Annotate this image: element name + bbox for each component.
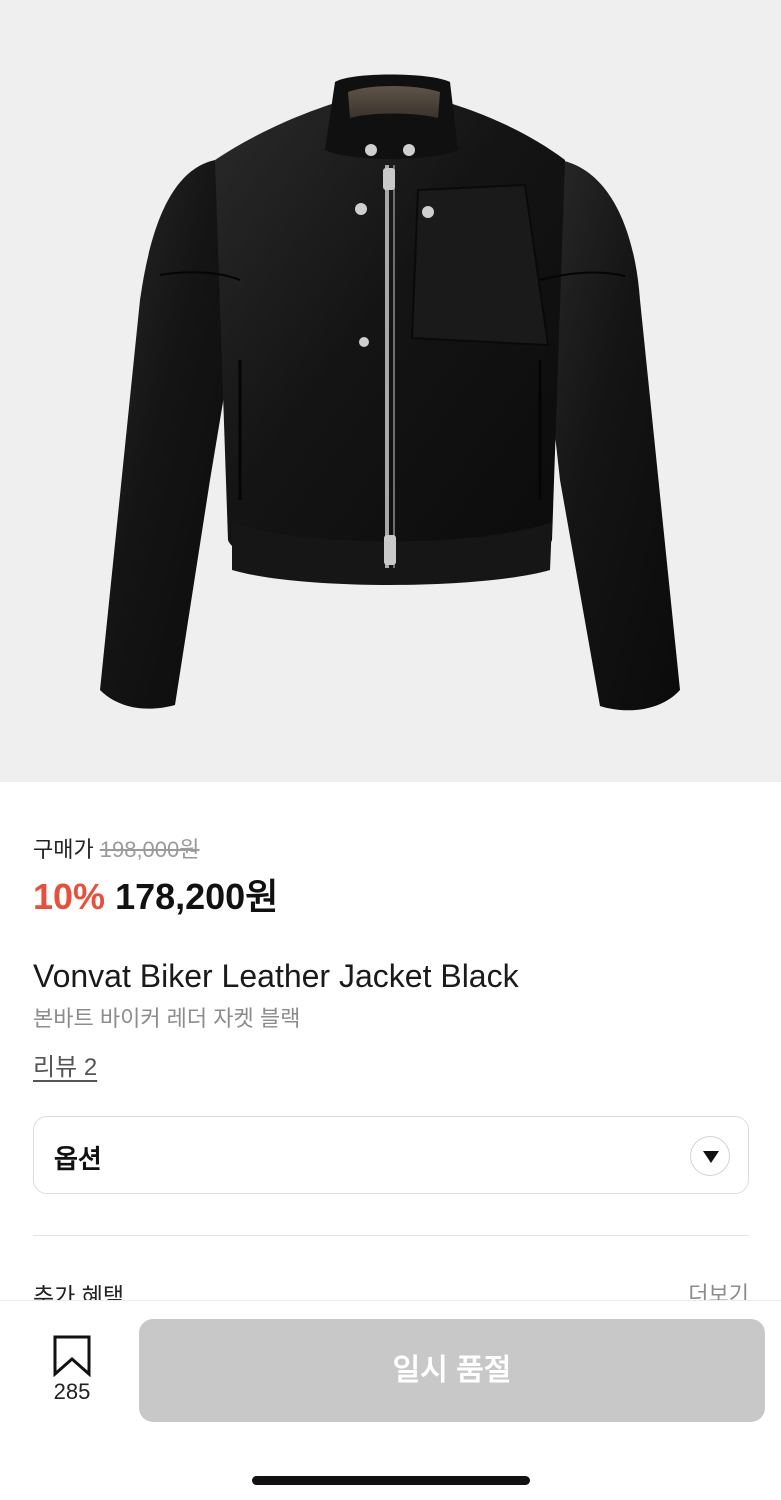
sold-out-button[interactable]: 일시 품절	[139, 1319, 765, 1422]
discount-rate: 10%	[33, 876, 106, 917]
price-label: 구매가	[33, 837, 94, 862]
option-selector[interactable]: 옵션	[33, 1116, 749, 1194]
chevron-down-icon[interactable]	[690, 1136, 730, 1176]
product-title: Vonvat Biker Leather Jacket Black	[33, 958, 519, 994]
home-indicator	[252, 1476, 530, 1485]
bottom-action-bar: 285 일시 품절	[0, 1300, 781, 1500]
final-price: 178,200원	[115, 876, 279, 917]
product-image[interactable]	[0, 0, 781, 782]
jacket-illustration	[100, 74, 680, 711]
bookmark-button[interactable]: 285	[44, 1335, 100, 1407]
reviews-link[interactable]: 리뷰 2	[33, 1047, 97, 1082]
price-label-row: 구매가 198,000원	[33, 832, 200, 864]
original-price: 198,000원	[99, 837, 200, 862]
price-row: 10% 178,200원	[33, 868, 278, 920]
bookmark-icon	[53, 1335, 91, 1377]
option-label: 옵션	[54, 1144, 102, 1174]
bookmark-count: 285	[53, 1379, 91, 1404]
divider	[33, 1235, 749, 1236]
product-subtitle-ko: 본바트 바이커 레더 자켓 블랙	[33, 1006, 301, 1031]
